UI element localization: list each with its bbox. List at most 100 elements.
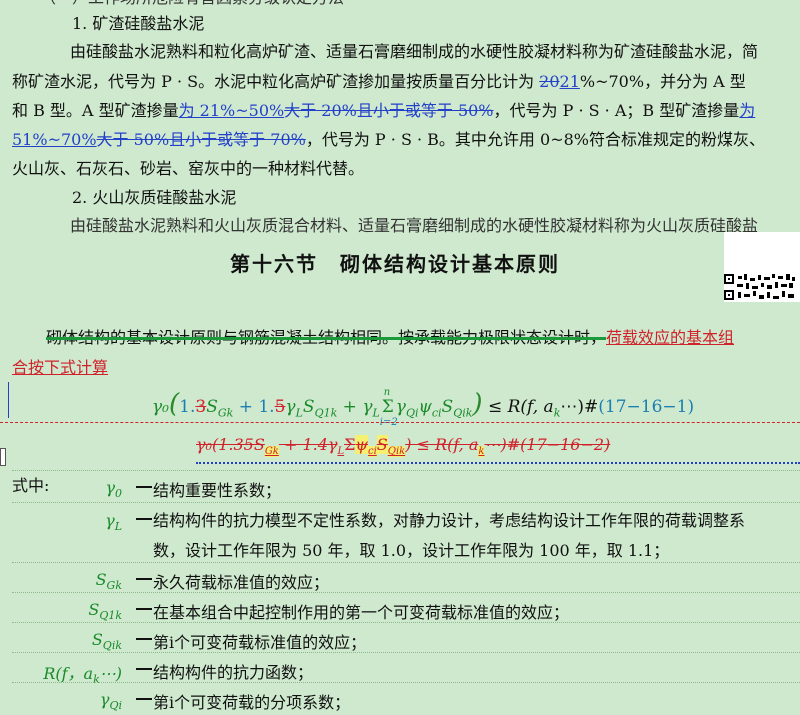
qr-code-image (724, 232, 800, 302)
term-dash (136, 638, 152, 640)
sum-upper: n (383, 387, 391, 398)
term-description: 结构构件的抗力函数； (153, 663, 314, 682)
eq2-s: S (376, 435, 388, 454)
eq2-sigma: Σ (344, 435, 356, 454)
sym: S (88, 600, 100, 619)
term-symbol: γ0 (12, 478, 122, 500)
sub: Qik (102, 639, 122, 653)
term-description-cont: 数，设计工作年限为 50 年，取 1.0，设计工作年限为 100 年，取 1.1… (153, 541, 670, 560)
eq-end: ⋯)# (560, 397, 599, 417)
eq2-text: ) ≤ R(f, a (405, 435, 479, 454)
sym: γ (105, 511, 115, 530)
sub: 0 (115, 487, 122, 501)
sym: S (95, 570, 107, 589)
sum-lower: i=2 (379, 417, 398, 428)
eq-le: ≤ (482, 397, 508, 417)
inserted-text: 51%~70% (12, 130, 97, 149)
term-symbol: SQik (12, 630, 122, 652)
text-run: ，代号为 P · S · A；B 型矿渣掺量 (493, 101, 740, 120)
sym: S (91, 630, 103, 649)
term-dash (136, 486, 152, 488)
eq-plus: + (337, 397, 363, 417)
term-row: γL 结构构件的抗力模型不定性系数，对静力设计，考虑结构设计工作年限的荷载调整系… (12, 502, 800, 563)
eq-coef-changed: 5 (274, 397, 286, 417)
eq-summation: n Σi=2 (380, 387, 398, 428)
inserted-text: 为 (739, 101, 756, 120)
sub: Q1k (99, 609, 122, 623)
text-run: ，代号为 P · S · B。其中允许用 0~8%符合标准规定的粉煤灰、 (305, 130, 765, 149)
inserted-text: 荷载效应的基本组 (606, 328, 735, 347)
eq2-sub: ci (367, 446, 377, 458)
term-dash (136, 668, 152, 670)
eq2-text: γ₀(1.35S (196, 435, 265, 454)
term-dash (136, 518, 152, 520)
eq-sq1k: S (302, 397, 315, 417)
eq-sub: ci (431, 406, 442, 420)
eq-paren-close: ) (472, 389, 483, 419)
eq-resistance: R(f, a (507, 397, 554, 417)
eq-sub: Qi (405, 406, 419, 420)
inserted-text: 合按下式计算 (12, 358, 109, 377)
paragraph-line-5: 火山灰、石灰石、砂岩、窑灰中的一种材料代替。 (12, 159, 365, 178)
term-description: 第i个可变荷载的分项系数； (153, 693, 351, 712)
eq2-sub: Gk (264, 446, 279, 458)
eq-sub: L (372, 406, 380, 420)
term-description: 结构重要性系数； (153, 481, 282, 500)
intro-line-1: 砌体结构的基本设计原则与钢筋混凝土结构相同。按承载能力极限状态设计时，荷载效应的… (46, 328, 734, 348)
eq-gamma-l: γ (362, 397, 373, 417)
equation-17-16-2-deleted: γ₀(1.35SGk + 1.4γLΣψciSQik) ≤ R(f, ak⋯)#… (196, 434, 610, 463)
qr-pattern (724, 274, 795, 300)
eq2-text: + 1.4γ (278, 435, 338, 454)
cut-off-heading: （一）工作场所危险有害因素分级认定方法 (40, 0, 344, 8)
paragraph-line-3: 和 B 型。A 型矿渣掺量为 21%~50%大于 20%且小于或等于 50%，代… (12, 101, 755, 121)
term-symbol: SQ1k (12, 600, 122, 622)
margin-marker (0, 448, 6, 466)
term-row: SGk 永久荷载标准值的效应； (12, 562, 800, 595)
eq-sub: Qik (453, 406, 473, 420)
term-dash (136, 608, 152, 610)
revision-marker (8, 382, 9, 418)
intro-line-2: 合按下式计算 (12, 358, 108, 378)
term-row: SQ1k 在基本组合中起控制作用的第一个可变荷载标准值的效应； (12, 592, 800, 625)
deleted-text: 大于 20%且小于或等于 50% (284, 101, 494, 120)
deleted-text: 大于 50%且小于或等于 70% (96, 130, 306, 149)
term-row: SQik 第i个可变荷载标准值的效应； (12, 622, 800, 655)
heading-pozzolanic-cement: 2. 火山灰质硅酸盐水泥 (72, 188, 237, 207)
eq-sqik: S (441, 397, 454, 417)
text-run: 称矿渣水泥，代号为 P · S。水泥中粒化高炉矿渣掺加量按质量百分比计为 (12, 72, 540, 91)
term-dash (136, 578, 152, 580)
inserted-text: 21 (559, 72, 580, 91)
eq-gamma-l: γ (285, 397, 296, 417)
term-description: 结构构件的抗力模型不定性系数，对静力设计，考虑结构设计工作年限的荷载调整系 (153, 511, 746, 530)
eq-coef: 1. (179, 397, 196, 417)
eq-sub: L (295, 406, 303, 420)
paragraph-cutoff: 由硅酸盐水泥熟料和火山灰质混合材料、适量石膏磨细制成的水硬性胶凝材料称为火山灰质… (70, 216, 759, 235)
sub: L (114, 520, 122, 534)
eq-sub: Gk (217, 406, 234, 420)
text-run: %~70%，并分为 A 型 (579, 72, 746, 91)
deleted-text: 20 (539, 72, 560, 91)
eq-number: (17−16−1) (598, 397, 695, 417)
term-row: γQi 第i个可变荷载的分项系数； (12, 682, 800, 715)
paragraph-line-4: 51%~70%大于 50%且小于或等于 70%，代号为 P · S · B。其中… (12, 130, 765, 150)
eq-coef-changed: 3 (195, 397, 207, 417)
sub: Gk (106, 579, 122, 593)
paragraph-line-2: 称矿渣水泥，代号为 P · S。水泥中粒化高炉矿渣掺加量按质量百分比计为 202… (12, 72, 746, 92)
paragraph-line-1: 由硅酸盐水泥熟料和粒化高炉矿渣、适量石膏磨细制成的水硬性胶凝材料称为矿渣硅酸盐水… (70, 42, 759, 61)
text-run: 和 B 型。A 型矿渣掺量 (12, 101, 179, 120)
sym: R(f，a (43, 664, 94, 683)
eq-sub: Q1k (314, 406, 338, 420)
eq2-text: ⋯)#(17−16−2) (484, 435, 611, 454)
eq-paren-open: ( (168, 389, 180, 419)
term-symbol: γL (12, 511, 122, 533)
term-description: 在基本组合中起控制作用的第一个可变荷载标准值的效应； (153, 603, 570, 622)
sub: Qi (109, 699, 122, 713)
inserted-text: 为 21%~50% (178, 101, 285, 120)
eq-sgk: S (206, 397, 218, 417)
eq2-psi: ψ (355, 435, 368, 454)
eq-gamma0: γ₀ (152, 397, 169, 417)
term-symbol: SGk (12, 570, 122, 592)
sym: γ (99, 690, 110, 709)
sym: γ (105, 478, 115, 497)
term-row: R(f，ak⋯) 结构构件的抗力函数； (12, 652, 800, 686)
